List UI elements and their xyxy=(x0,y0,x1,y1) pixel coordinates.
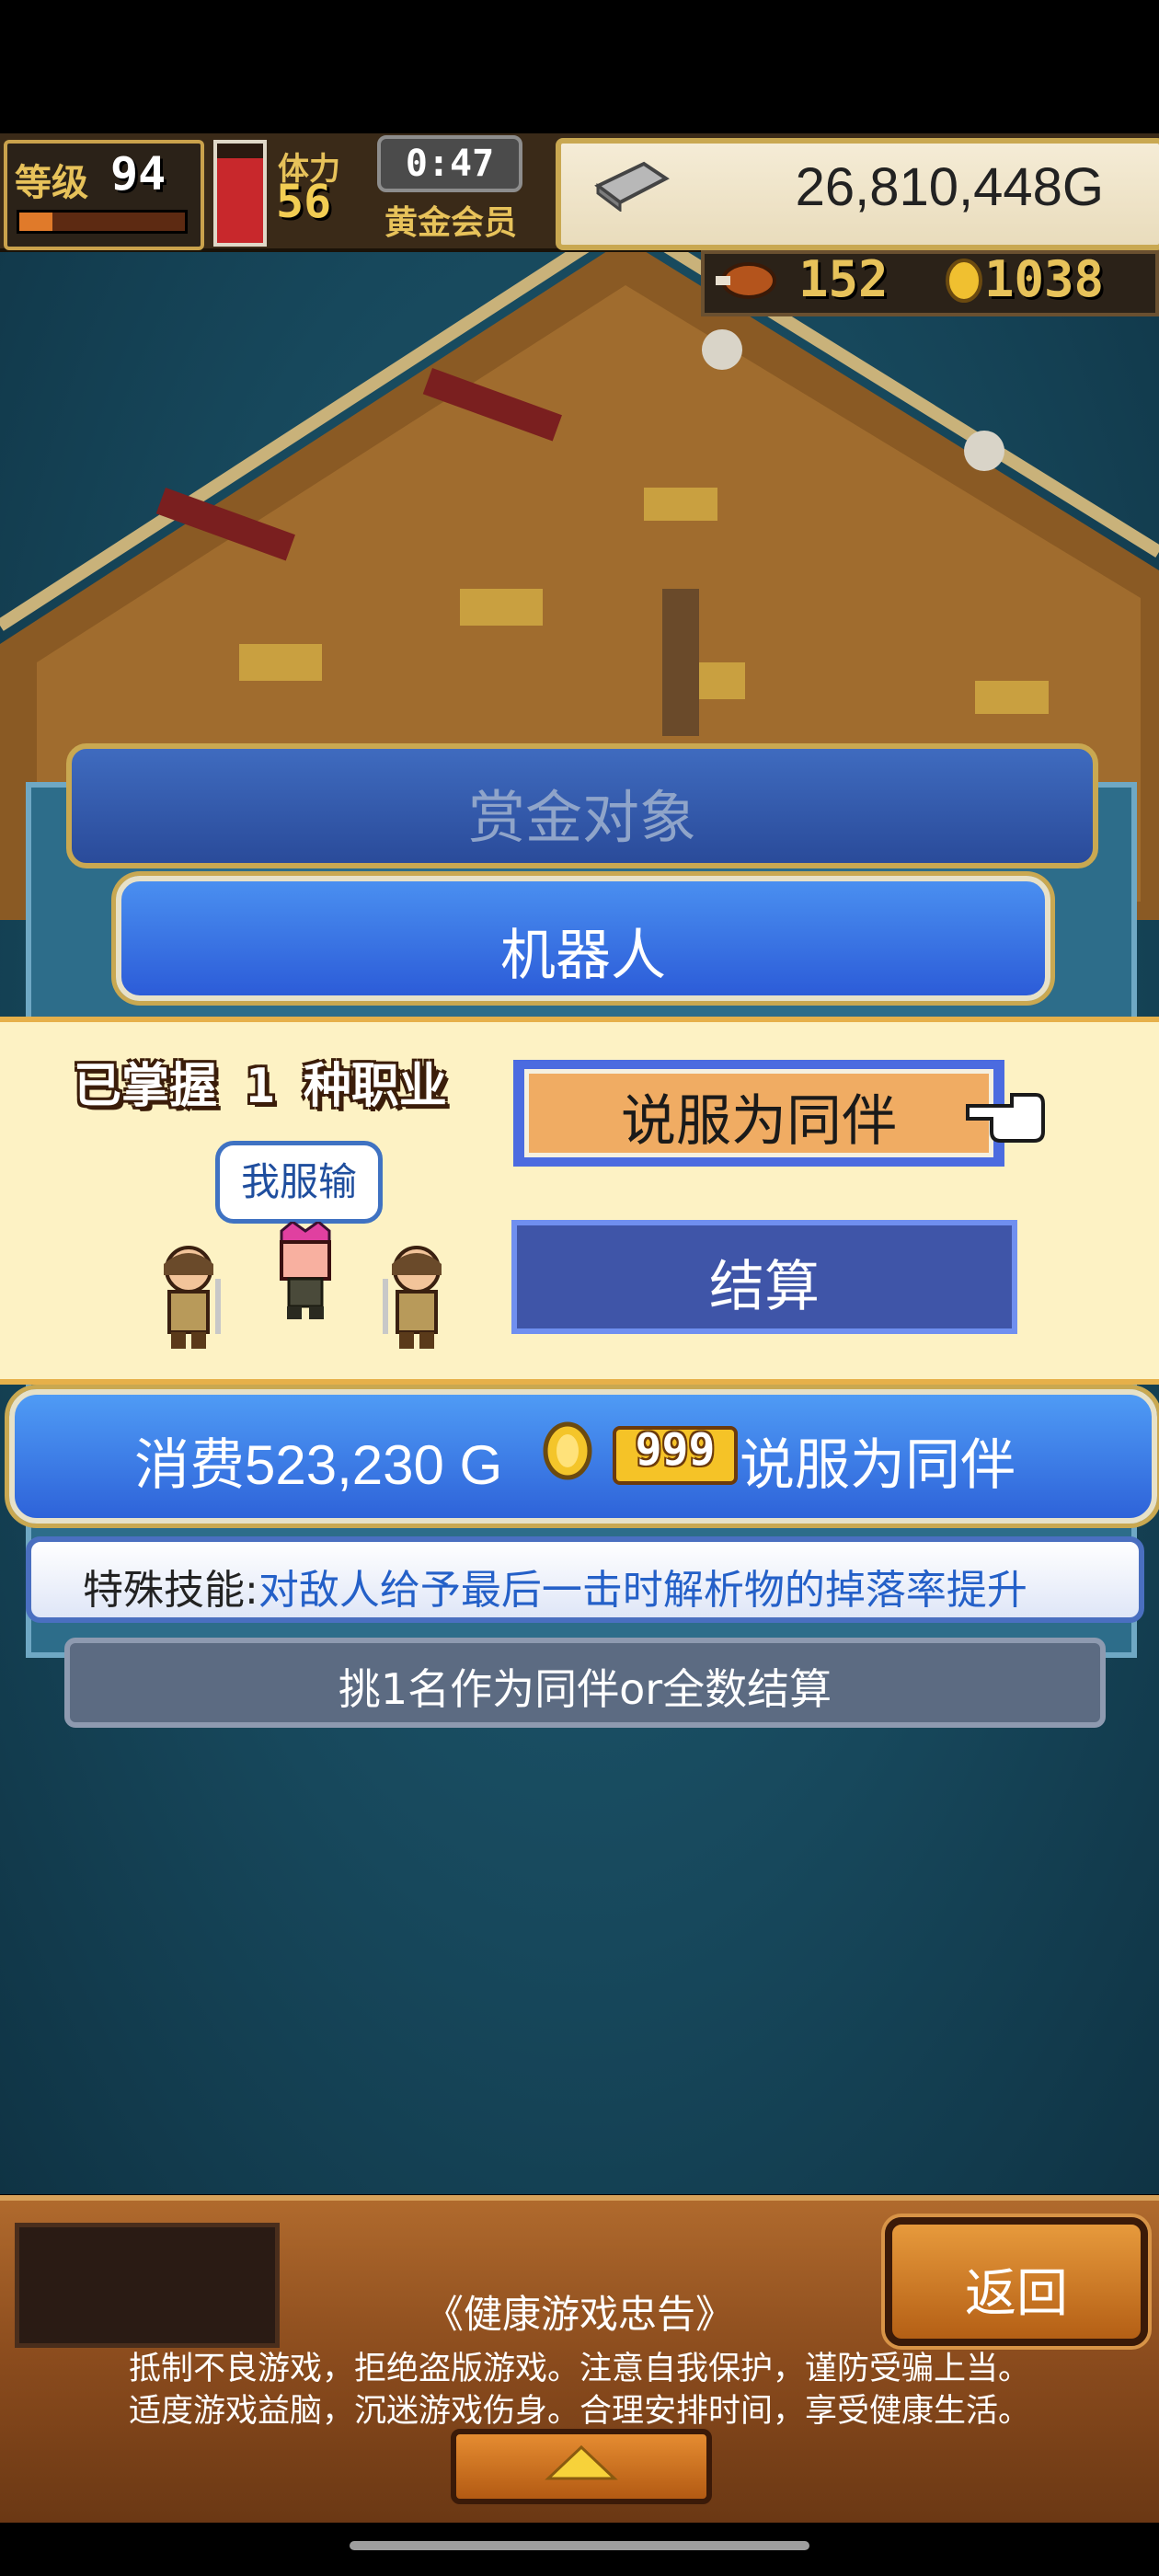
health-advisory-title: 《健康游戏忠告》 xyxy=(424,2292,734,2337)
robot-sprite[interactable] xyxy=(269,1222,342,1323)
skill-description: 对敌人给予最后一击时解析物的掉落率提升 xyxy=(258,1567,1027,1614)
home-indicator[interactable] xyxy=(350,2541,809,2550)
gold-coin-icon xyxy=(543,1421,592,1480)
stamina-gauge xyxy=(213,140,267,247)
special-skill-text: 特殊技能:对敌人给予最后一击时解析物的掉落率提升 xyxy=(83,1557,1027,1616)
bounty-title: 赏金对象 xyxy=(467,784,696,851)
arrow-up-icon xyxy=(545,2444,618,2480)
mastered-jobs-label: 已掌握 1 种职业 xyxy=(74,1059,447,1114)
stamina-value: 56 xyxy=(276,175,332,228)
silver-bar-icon xyxy=(594,161,670,212)
gold-coin-icon xyxy=(946,259,982,303)
settle-button-label[interactable]: 结算 xyxy=(511,1242,1017,1322)
meat-icon xyxy=(716,262,776,299)
experience-bar xyxy=(17,210,188,234)
timer-display: 0:47 xyxy=(377,135,522,192)
health-advisory-line: 适度游戏益脑，沉迷游戏伤身。合理安排时间，享受健康生活。 xyxy=(128,2393,1030,2430)
skill-label: 特殊技能: xyxy=(83,1567,258,1614)
cost-action-label[interactable]: 说服为同伴 xyxy=(740,1420,1016,1501)
level-value: 94 xyxy=(110,147,166,201)
pointing-hand-icon xyxy=(966,1093,1045,1143)
stamina-fill xyxy=(217,158,263,243)
expand-menu-button[interactable] xyxy=(451,2429,712,2504)
target-name: 机器人 xyxy=(500,924,666,988)
coin-count: 1038 xyxy=(984,250,1105,308)
experience-fill xyxy=(19,213,52,231)
hint-text: 挑1名作为同伴or全数结算 xyxy=(338,1664,832,1714)
cost-text[interactable]: 消费523,230 G xyxy=(134,1420,502,1501)
coin-count-value: 999 xyxy=(635,1424,716,1476)
recruit-button-label[interactable]: 说服为同伴 xyxy=(524,1076,993,1156)
membership-label: 黄金会员 xyxy=(384,204,518,242)
adventurer-sprite-right[interactable] xyxy=(366,1242,467,1352)
money-value: 26,810,448G xyxy=(795,157,1104,217)
level-label: 等级 xyxy=(15,162,88,204)
health-advisory-line: 抵制不良游戏，拒绝盗版游戏。注意自我保护，谨防受骗上当。 xyxy=(128,2351,1030,2387)
speech-bubble: 我服输 xyxy=(215,1141,383,1224)
meat-count: 152 xyxy=(798,250,889,308)
adventurer-sprite-left[interactable] xyxy=(138,1242,239,1352)
